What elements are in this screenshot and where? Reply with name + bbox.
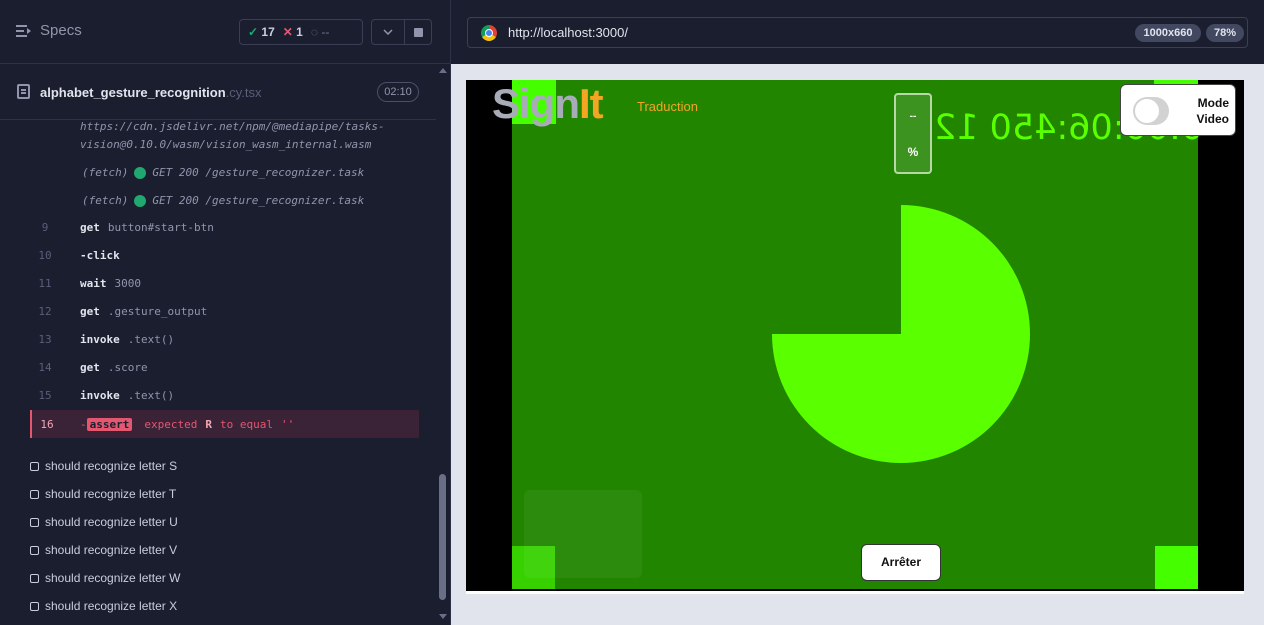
assert-badge: assert <box>86 417 133 431</box>
command-row[interactable]: 9 get button#start-btn <box>30 213 419 241</box>
scroll-down-icon[interactable] <box>439 614 447 619</box>
toggle-knob <box>1135 99 1159 123</box>
specs-title: Specs <box>40 22 82 39</box>
failed-assert-row[interactable]: 16 - assert expected R to equal '' <box>30 410 419 438</box>
test-item[interactable]: should recognize letter W <box>30 564 180 592</box>
stop-run-button[interactable] <box>404 19 432 45</box>
cross-icon: ✕ <box>282 25 293 39</box>
mode-video-card: Mode Video <box>1120 84 1236 136</box>
app-logo: SignIt <box>492 80 604 127</box>
browser-toolbar: http://localhost:3000/ 1000x660 78% <box>451 0 1264 64</box>
app-subtitle: Traduction <box>637 99 698 114</box>
chrome-icon <box>481 25 497 41</box>
score-box: -- % <box>894 93 932 174</box>
video-stage: 0:00:06:450 12 -- % Arrêter <box>512 80 1203 589</box>
test-item[interactable]: should recognize letter X <box>30 592 177 620</box>
failed-count: ✕ 1 <box>282 25 303 39</box>
document-icon <box>17 84 30 99</box>
fetch-log-row[interactable]: (fetch) GET 200 /gesture_recognizer.task <box>82 166 364 179</box>
log-url-line: vision@0.10.0/wasm/vision_wasm_internal.… <box>80 138 372 151</box>
hand-preview-box <box>524 490 642 578</box>
spec-duration: 02:10 <box>377 82 419 102</box>
test-stats: ✓ 17 ✕ 1 ◌ -- <box>239 19 363 45</box>
specs-header: Specs ✓ 17 ✕ 1 ◌ -- <box>0 0 451 64</box>
fetch-log-row[interactable]: (fetch) GET 200 /gesture_recognizer.task <box>82 194 364 207</box>
status-ok-icon <box>134 166 147 179</box>
command-row[interactable]: 12 get .gesture_output <box>30 297 419 325</box>
progress-ring <box>772 205 1030 463</box>
url-text: http://localhost:3000/ <box>508 25 628 40</box>
command-row[interactable]: 10 -click <box>30 241 419 269</box>
log-url-line: https://cdn.jsdelivr.net/npm/@mediapipe/… <box>80 120 385 133</box>
command-row[interactable]: 14 get .score <box>30 353 419 381</box>
viewport-badge[interactable]: 1000x660 <box>1135 24 1201 42</box>
test-item[interactable]: should recognize letter T <box>30 480 176 508</box>
stop-button[interactable]: Arrêter <box>861 544 941 581</box>
command-row[interactable]: 11 wait 3000 <box>30 269 419 297</box>
scroll-up-icon[interactable] <box>439 68 447 73</box>
spinner-icon: ◌ <box>310 25 318 39</box>
app-frame: 0:00:06:450 12 -- % Arrêter SignIt Tradu… <box>466 80 1244 591</box>
status-ok-icon <box>134 194 147 207</box>
score-value: -- <box>909 111 917 122</box>
pending-count: ◌ -- <box>310 25 330 39</box>
pending-checkbox-icon <box>30 545 39 555</box>
chevron-down-icon <box>383 29 393 35</box>
collapse-button[interactable] <box>371 19 405 45</box>
pending-checkbox-icon <box>30 601 39 611</box>
pending-checkbox-icon <box>30 461 39 471</box>
spec-file-name[interactable]: alphabet_gesture_recognition.cy.tsx <box>40 85 262 100</box>
corner-marker <box>1155 546 1198 589</box>
pending-checkbox-icon <box>30 489 39 499</box>
spec-runner-panel: Specs ✓ 17 ✕ 1 ◌ -- alphabet_gesture_rec… <box>0 0 451 625</box>
test-item[interactable]: should recognize letter U <box>30 508 178 536</box>
specs-toggle[interactable]: Specs <box>16 22 82 39</box>
mode-video-label: Mode Video <box>1196 96 1229 126</box>
stop-icon <box>413 27 423 37</box>
passed-count: ✓ 17 <box>248 25 275 39</box>
spec-file-header: alphabet_gesture_recognition.cy.tsx <box>0 64 436 120</box>
specs-list-icon <box>16 24 31 37</box>
frame-bottom-edge <box>466 591 1244 594</box>
pending-checkbox-icon <box>30 573 39 583</box>
pending-checkbox-icon <box>30 517 39 527</box>
app-preview-panel: http://localhost:3000/ 1000x660 78% 0:00… <box>451 0 1264 625</box>
mode-video-toggle[interactable] <box>1133 97 1169 125</box>
test-item[interactable]: should recognize letter S <box>30 452 177 480</box>
command-row[interactable]: 15 invoke .text() <box>30 381 419 409</box>
check-icon: ✓ <box>248 25 259 39</box>
scroll-thumb[interactable] <box>439 474 446 600</box>
zoom-badge: 78% <box>1206 24 1244 42</box>
score-unit: % <box>907 145 919 159</box>
test-item[interactable]: should recognize letter V <box>30 536 177 564</box>
command-row[interactable]: 13 invoke .text() <box>30 325 419 353</box>
log-scrollbar[interactable] <box>436 64 450 625</box>
address-bar[interactable]: http://localhost:3000/ 1000x660 78% <box>467 17 1248 48</box>
